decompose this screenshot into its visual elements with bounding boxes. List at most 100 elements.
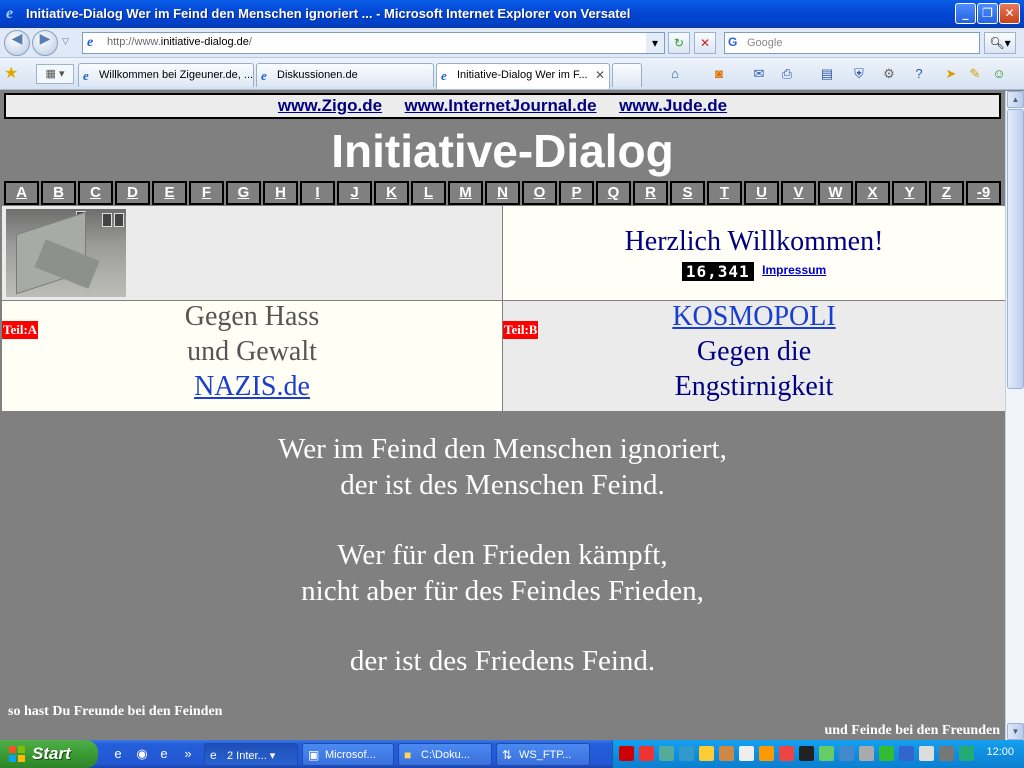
task-internet-explorer[interactable]: e 2 Inter... ▾ bbox=[204, 743, 298, 766]
tray-sync-icon[interactable] bbox=[819, 746, 834, 761]
alpha-link-w[interactable]: W bbox=[818, 181, 853, 205]
forward-button[interactable]: ▶ bbox=[32, 30, 58, 56]
close-tab-icon[interactable]: ✕ bbox=[595, 68, 605, 82]
tray-volume-icon[interactable] bbox=[939, 746, 954, 761]
teil-row: Teil:A Gegen Hass und Gewalt NAZIS.de Te… bbox=[2, 301, 1005, 411]
alpha-link-j[interactable]: J bbox=[337, 181, 372, 205]
new-tab-button[interactable] bbox=[612, 63, 642, 87]
tray-v-icon[interactable] bbox=[619, 746, 634, 761]
tray-clipboard-icon[interactable] bbox=[739, 746, 754, 761]
research-icon[interactable]: ➤ bbox=[942, 65, 960, 83]
alpha-link-a[interactable]: A bbox=[4, 181, 39, 205]
vertical-scrollbar[interactable]: ▲ ▼ bbox=[1005, 91, 1024, 740]
tray-folder-icon[interactable] bbox=[699, 746, 714, 761]
alpha-link-g[interactable]: G bbox=[226, 181, 261, 205]
favorites-star-icon[interactable]: ★ bbox=[4, 63, 18, 83]
alpha-link-o[interactable]: O bbox=[522, 181, 557, 205]
tray-display-icon[interactable] bbox=[919, 746, 934, 761]
alpha-link-x[interactable]: X bbox=[855, 181, 890, 205]
nazis-link[interactable]: NAZIS.de bbox=[2, 369, 502, 404]
tray-globe-icon[interactable] bbox=[839, 746, 854, 761]
ie-alt-quicklaunch-icon[interactable]: e bbox=[156, 746, 172, 762]
alpha-link-m[interactable]: M bbox=[448, 181, 483, 205]
ie-quicklaunch-icon[interactable]: e bbox=[110, 746, 126, 762]
tab-diskussionen[interactable]: e Diskussionen.de bbox=[256, 63, 434, 87]
impressum-link[interactable]: Impressum bbox=[762, 263, 826, 277]
alpha-link-c[interactable]: C bbox=[78, 181, 113, 205]
task-ws-ftp[interactable]: ⇅ WS_FTP... bbox=[496, 743, 590, 766]
alpha-link-l[interactable]: L bbox=[411, 181, 446, 205]
alpha-link-y[interactable]: Y bbox=[892, 181, 927, 205]
search-field[interactable]: G Google bbox=[724, 32, 980, 54]
alpha-link-u[interactable]: U bbox=[744, 181, 779, 205]
alpha-link-numbers[interactable]: -9 bbox=[966, 181, 1001, 205]
home-icon[interactable]: ⌂ bbox=[666, 65, 684, 83]
task-microsoft[interactable]: ▣ Microsof... bbox=[302, 743, 394, 766]
tray-antivirus-icon[interactable] bbox=[639, 746, 654, 761]
messenger-icon[interactable]: ☺ bbox=[990, 65, 1008, 83]
alpha-link-h[interactable]: H bbox=[263, 181, 298, 205]
alpha-link-e[interactable]: E bbox=[152, 181, 187, 205]
kosmopoli-link[interactable]: KOSMOPOLI bbox=[503, 299, 1005, 334]
tray-chart-icon[interactable] bbox=[859, 746, 874, 761]
link-internetjournal[interactable]: www.InternetJournal.de bbox=[405, 95, 597, 117]
chrome-quicklaunch-icon[interactable]: ◉ bbox=[134, 746, 150, 762]
title-bar[interactable]: e Initiative-Dialog Wer im Feind den Men… bbox=[0, 0, 1024, 28]
search-button[interactable]: 🔍︎▾ bbox=[984, 32, 1016, 54]
google-icon: G bbox=[728, 35, 738, 49]
tab-initiative-dialog[interactable]: e Initiative-Dialog Wer im F... ✕ bbox=[436, 63, 610, 89]
tools-gear-icon[interactable]: ⚙ bbox=[880, 65, 898, 83]
alpha-link-q[interactable]: Q bbox=[596, 181, 631, 205]
task-dokumente[interactable]: ■ C:\Doku... bbox=[398, 743, 492, 766]
mail-icon[interactable]: ✉ bbox=[750, 65, 768, 83]
back-button[interactable]: ◀ bbox=[4, 30, 30, 56]
history-dropdown-icon[interactable]: ▽ bbox=[62, 36, 69, 47]
alpha-link-d[interactable]: D bbox=[115, 181, 150, 205]
alpha-link-f[interactable]: F bbox=[189, 181, 224, 205]
print-icon[interactable]: ⎙ bbox=[778, 65, 796, 83]
link-zigo[interactable]: www.Zigo.de bbox=[278, 95, 382, 117]
address-field[interactable]: e http://www.initiative-dialog.de/ bbox=[82, 32, 665, 54]
alpha-link-n[interactable]: N bbox=[485, 181, 520, 205]
address-dropdown-icon[interactable]: ▾ bbox=[646, 33, 664, 53]
alpha-link-r[interactable]: R bbox=[633, 181, 668, 205]
search-placeholder: Google bbox=[747, 37, 783, 49]
alpha-link-i[interactable]: I bbox=[300, 181, 335, 205]
start-button[interactable]: Start bbox=[0, 740, 98, 768]
refresh-icon[interactable]: ↻ bbox=[668, 32, 690, 54]
alpha-link-z[interactable]: Z bbox=[929, 181, 964, 205]
tray-network-icon[interactable] bbox=[659, 746, 674, 761]
tray-security-icon[interactable] bbox=[959, 746, 974, 761]
tray-update-icon[interactable] bbox=[679, 746, 694, 761]
tray-bluetooth-icon[interactable] bbox=[899, 746, 914, 761]
tray-tool-icon[interactable] bbox=[719, 746, 734, 761]
scroll-thumb[interactable] bbox=[1007, 109, 1024, 389]
tab-zigeuner[interactable]: e Willkommen bei Zigeuner.de, ... bbox=[78, 63, 254, 87]
quicklaunch-more-icon[interactable]: » bbox=[180, 746, 196, 762]
maximize-button[interactable]: ❐ bbox=[977, 3, 998, 24]
page-menu-icon[interactable]: ▤ bbox=[818, 65, 836, 83]
tray-media-icon[interactable] bbox=[799, 746, 814, 761]
alpha-link-v[interactable]: V bbox=[781, 181, 816, 205]
safety-icon[interactable]: ⛨ bbox=[850, 65, 868, 83]
alpha-link-s[interactable]: S bbox=[670, 181, 705, 205]
alpha-link-k[interactable]: K bbox=[374, 181, 409, 205]
scroll-down-icon[interactable]: ▼ bbox=[1007, 723, 1024, 740]
close-button[interactable]: ✕ bbox=[999, 3, 1020, 24]
feeds-icon[interactable]: ◙ bbox=[710, 65, 728, 83]
quick-tabs-button[interactable]: ▦ ▾ bbox=[36, 64, 74, 84]
alpha-link-b[interactable]: B bbox=[41, 181, 76, 205]
help-icon[interactable]: ? bbox=[910, 65, 928, 83]
tray-messenger-icon[interactable] bbox=[879, 746, 894, 761]
blog-icon[interactable]: ✎ bbox=[966, 65, 984, 83]
link-jude[interactable]: www.Jude.de bbox=[619, 95, 727, 117]
minimize-button[interactable]: _ bbox=[955, 3, 976, 24]
tray-stop-icon[interactable] bbox=[779, 746, 794, 761]
top-link-bar: www.Zigo.de www.InternetJournal.de www.J… bbox=[4, 93, 1001, 119]
tray-shield-icon[interactable] bbox=[759, 746, 774, 761]
alpha-link-t[interactable]: T bbox=[707, 181, 742, 205]
alpha-link-p[interactable]: P bbox=[559, 181, 594, 205]
scroll-up-icon[interactable]: ▲ bbox=[1007, 91, 1024, 108]
clock[interactable]: 12:00 bbox=[986, 746, 1014, 758]
stop-icon[interactable]: ✕ bbox=[694, 32, 716, 54]
